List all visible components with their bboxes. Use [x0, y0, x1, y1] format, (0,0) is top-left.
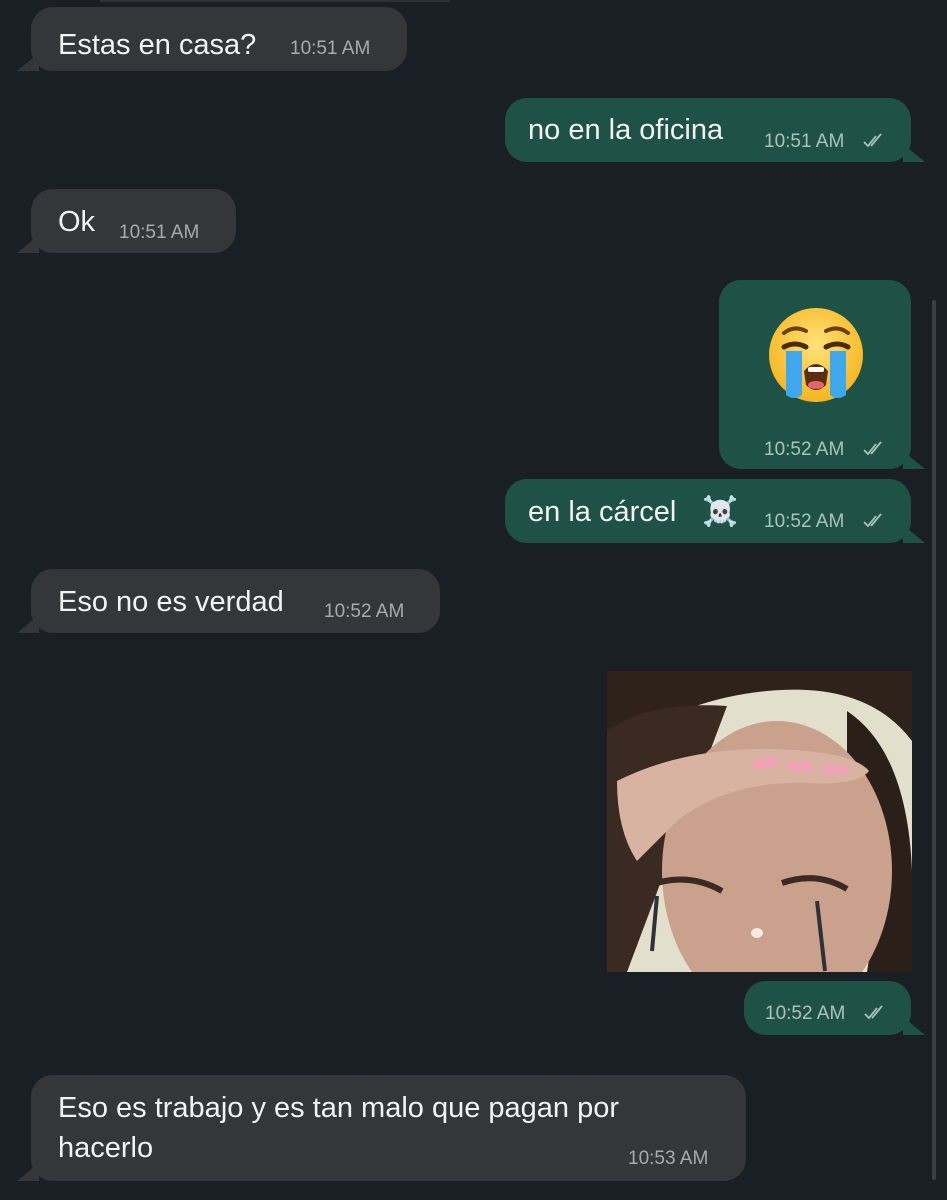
- message-text: Eso no es verdad: [58, 586, 284, 618]
- message-time: 10:52 AM: [765, 1003, 846, 1024]
- message-time: 10:52 AM: [764, 511, 845, 532]
- outgoing-emoji-message[interactable]: 10:52 AM: [719, 280, 925, 469]
- outgoing-message[interactable]: no en la oficina 10:51 AM: [505, 98, 925, 162]
- message-time: 10:52 AM: [764, 439, 845, 460]
- chat-thread: Estas en casa? 10:51 AM no en la oficina…: [0, 0, 947, 1200]
- message-time: 10:51 AM: [290, 38, 371, 59]
- read-double-check-icon: [863, 133, 882, 148]
- message-time: 10:51 AM: [119, 222, 200, 243]
- message-text: no en la oficina: [528, 114, 724, 146]
- message-text: Eso es trabajo y es tan malo que pagan p…: [58, 1092, 620, 1124]
- incoming-message[interactable]: Ok 10:51 AM: [17, 189, 236, 253]
- message-text: en la cárcel: [528, 496, 677, 528]
- outgoing-message[interactable]: en la cárcel ☠️ 10:52 AM: [505, 479, 925, 543]
- photo-illustration: [607, 671, 912, 972]
- loudly-crying-face-icon: [769, 308, 863, 402]
- incoming-message[interactable]: Eso es trabajo y es tan malo que pagan p…: [17, 1075, 746, 1181]
- read-double-check-icon: [864, 1005, 883, 1020]
- skull-and-crossbones-icon: ☠️: [702, 496, 739, 528]
- scrollbar[interactable]: [932, 300, 936, 1180]
- crying-woman-photo[interactable]: [607, 671, 912, 972]
- incoming-message[interactable]: Eso no es verdad 10:52 AM: [17, 569, 440, 633]
- message-time: 10:53 AM: [628, 1148, 709, 1169]
- previous-message-edge: [100, 0, 450, 2]
- message-time: 10:51 AM: [764, 131, 845, 152]
- message-text-line-2: hacerlo: [58, 1132, 154, 1164]
- incoming-message[interactable]: Estas en casa? 10:51 AM: [17, 7, 407, 71]
- message-time: 10:52 AM: [324, 601, 405, 622]
- read-double-check-icon: [863, 441, 882, 456]
- read-double-check-icon: [863, 513, 882, 528]
- message-text: Ok: [58, 206, 96, 238]
- outgoing-image-time: 10:52 AM: [744, 981, 925, 1035]
- message-text: Estas en casa?: [58, 29, 257, 61]
